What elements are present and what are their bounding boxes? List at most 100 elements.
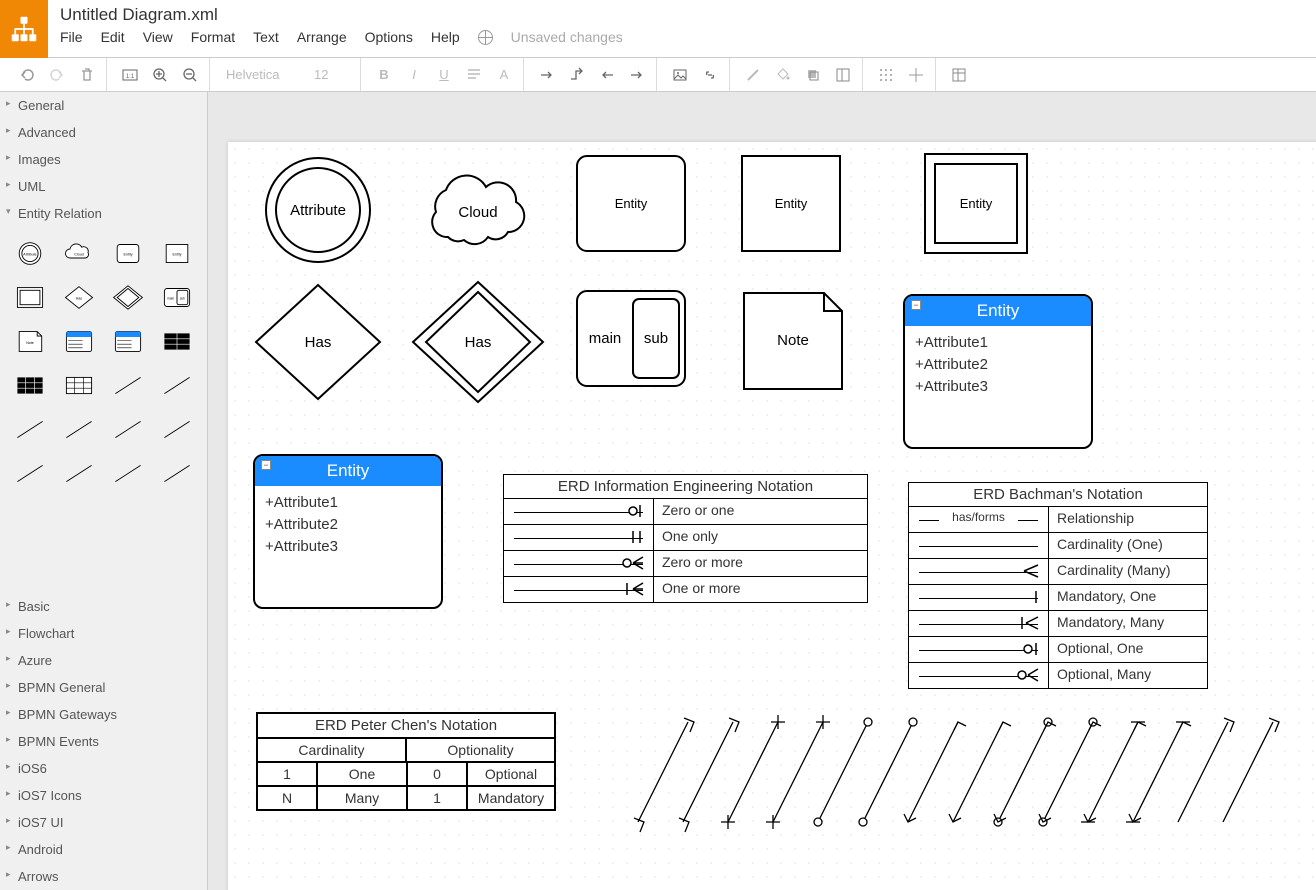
palette-main-sub[interactable]: mainsub	[156, 279, 197, 315]
zoom-actual-button[interactable]: 1:1	[117, 62, 143, 88]
guides-button[interactable]	[903, 62, 929, 88]
palette-line-7[interactable]	[10, 455, 51, 491]
shape-cloud[interactable]: Cloud	[418, 162, 538, 262]
waypoint-icon[interactable]	[564, 62, 590, 88]
outline-button[interactable]	[946, 62, 972, 88]
link-button[interactable]	[697, 62, 723, 88]
shape-entity-double[interactable]: Entity	[923, 152, 1033, 262]
shape-bachman-notation[interactable]: ERD Bachman's Notation has/formsRelation…	[908, 482, 1208, 689]
shape-main-sub[interactable]: main sub	[573, 287, 693, 397]
shape-ie-notation[interactable]: ERD Information Engineering Notation Zer…	[503, 474, 868, 603]
collapse-icon[interactable]: −	[911, 300, 921, 310]
app-logo[interactable]	[0, 0, 48, 58]
palette-line-1[interactable]	[108, 367, 149, 403]
underline-button[interactable]: U	[431, 62, 457, 88]
layers-button[interactable]	[830, 62, 856, 88]
shape-entity-card-1[interactable]: − Entity +Attribute1+Attribute2+Attribut…	[903, 294, 1093, 449]
svg-text:Cloud: Cloud	[458, 204, 497, 221]
connection-arrow-icon[interactable]	[534, 62, 560, 88]
shape-entity-rounded[interactable]: Entity	[573, 152, 693, 262]
sidebar-basic[interactable]: Basic	[0, 593, 207, 620]
zoom-out-button[interactable]	[177, 62, 203, 88]
menu-arrange[interactable]: Arrange	[297, 29, 347, 45]
fill-color-button[interactable]	[770, 62, 796, 88]
palette-has-double[interactable]	[108, 279, 149, 315]
sidebar-advanced[interactable]: Advanced	[0, 119, 207, 146]
canvas-area[interactable]: Attribute Cloud Entity Entity	[208, 92, 1316, 890]
palette-line-2[interactable]	[156, 367, 197, 403]
palette-line-8[interactable]	[59, 455, 100, 491]
document-title[interactable]: Untitled Diagram.xml	[60, 5, 1306, 25]
italic-button[interactable]: I	[401, 62, 427, 88]
sidebar-bpmn-general[interactable]: BPMN General	[0, 674, 207, 701]
palette-line-5[interactable]	[108, 411, 149, 447]
palette-line-9[interactable]	[108, 455, 149, 491]
palette-note[interactable]: Note	[10, 323, 51, 359]
shape-has-double[interactable]: Has	[408, 277, 548, 407]
sidebar-bpmn-gateways[interactable]: BPMN Gateways	[0, 701, 207, 728]
palette-has[interactable]: Has	[59, 279, 100, 315]
shape-entity-card-2[interactable]: − Entity +Attribute1+Attribute2+Attribut…	[253, 454, 443, 609]
sidebar-bpmn-events[interactable]: BPMN Events	[0, 728, 207, 755]
shape-note[interactable]: Note	[738, 287, 848, 397]
sidebar-arrows[interactable]: Arrows	[0, 863, 207, 890]
sidebar-ios7-icons[interactable]: iOS7 Icons	[0, 782, 207, 809]
shadow-button[interactable]	[800, 62, 826, 88]
line-end-icon[interactable]	[624, 62, 650, 88]
menu-format[interactable]: Format	[191, 29, 235, 45]
language-icon[interactable]	[478, 30, 493, 45]
palette-table-black[interactable]	[156, 323, 197, 359]
palette-attribute[interactable]: Attribute	[10, 235, 51, 271]
line-color-button[interactable]	[740, 62, 766, 88]
font-select[interactable]: Helvetica	[220, 67, 310, 82]
sidebar-images[interactable]: Images	[0, 146, 207, 173]
sidebar-general[interactable]: General	[0, 92, 207, 119]
sidebar-uml[interactable]: UML	[0, 173, 207, 200]
undo-button[interactable]	[14, 62, 40, 88]
shape-connectors[interactable]	[628, 712, 1308, 842]
sidebar-ios7-ui[interactable]: iOS7 UI	[0, 809, 207, 836]
bold-button[interactable]: B	[371, 62, 397, 88]
palette-line-6[interactable]	[156, 411, 197, 447]
grid-dots-button[interactable]	[873, 62, 899, 88]
font-size[interactable]: 12	[314, 67, 354, 82]
menu-file[interactable]: File	[60, 29, 83, 45]
line-start-icon[interactable]	[594, 62, 620, 88]
menu-edit[interactable]: Edit	[101, 29, 125, 45]
palette-line-3[interactable]	[10, 411, 51, 447]
align-button[interactable]	[461, 62, 487, 88]
palette-table-black2[interactable]	[10, 367, 51, 403]
sidebar-ios6[interactable]: iOS6	[0, 755, 207, 782]
shape-peterchen-notation[interactable]: ERD Peter Chen's Notation CardinalityOpt…	[256, 712, 556, 811]
image-button[interactable]	[667, 62, 693, 88]
menu-view[interactable]: View	[143, 29, 173, 45]
palette-cloud[interactable]: Cloud	[59, 235, 100, 271]
redo-button[interactable]	[44, 62, 70, 88]
svg-text:main: main	[589, 330, 622, 347]
sidebar-azure[interactable]: Azure	[0, 647, 207, 674]
palette-entity-rounded[interactable]: Entity	[108, 235, 149, 271]
sidebar-entity-relation[interactable]: Entity Relation	[0, 200, 207, 227]
menu-help[interactable]: Help	[431, 29, 460, 45]
collapse-icon[interactable]: −	[261, 460, 271, 470]
palette-line-10[interactable]	[156, 455, 197, 491]
canvas-page[interactable]: Attribute Cloud Entity Entity	[228, 142, 1316, 890]
zoom-in-button[interactable]	[147, 62, 173, 88]
sidebar-android[interactable]: Android	[0, 836, 207, 863]
shape-attribute[interactable]: Attribute	[258, 150, 378, 270]
palette-entity-rect[interactable]: Entity	[156, 235, 197, 271]
sidebar-flowchart[interactable]: Flowchart	[0, 620, 207, 647]
delete-button[interactable]	[74, 62, 100, 88]
palette-line-4[interactable]	[59, 411, 100, 447]
toolbar: 1:1 Helvetica 12 B I U A	[0, 58, 1316, 92]
menu-options[interactable]: Options	[365, 29, 413, 45]
palette-entity-double[interactable]	[10, 279, 51, 315]
palette-entity-blue[interactable]	[59, 323, 100, 359]
shape-entity-rect[interactable]: Entity	[738, 152, 848, 262]
svg-text:Note: Note	[27, 341, 35, 345]
font-color-button[interactable]: A	[491, 62, 517, 88]
shape-has[interactable]: Has	[248, 277, 388, 407]
menu-text[interactable]: Text	[253, 29, 279, 45]
palette-entity-blue2[interactable]	[108, 323, 149, 359]
palette-table-outline[interactable]	[59, 367, 100, 403]
